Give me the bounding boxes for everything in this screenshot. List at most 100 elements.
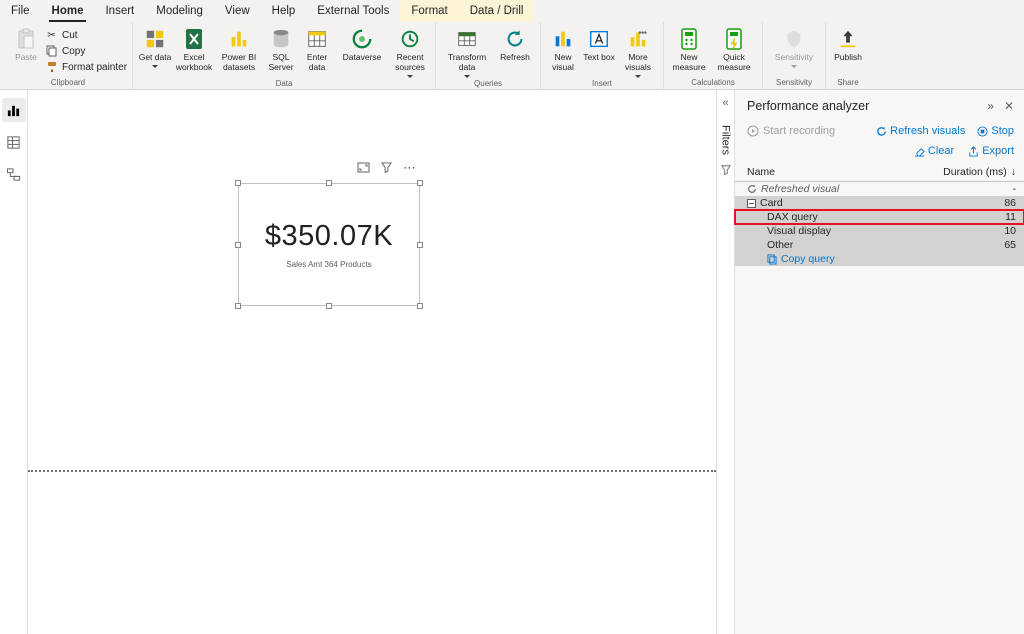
dataverse-button[interactable]: Dataverse [336,24,388,76]
copy-query-label[interactable]: Copy query [781,253,835,265]
focus-mode-icon[interactable] [357,162,370,173]
data-view-icon [6,135,21,150]
tab-external-tools[interactable]: External Tools [306,0,400,22]
quick-measure-button[interactable]: Quick measure [711,24,757,76]
get-data-icon [144,27,166,51]
paste-button[interactable]: Paste [9,24,43,76]
export-button[interactable]: Export [968,145,1014,157]
tab-data-drill[interactable]: Data / Drill [458,0,535,22]
tab-view[interactable]: View [214,0,261,22]
cut-label: Cut [62,29,78,41]
insert-group-caption: Insert [592,78,613,88]
dataverse-label: Dataverse [342,52,382,62]
ribbon-group-calculations: New measure Quick measure Calculations [663,22,762,89]
sensitivity-label: Sensitivity [774,52,814,62]
resize-handle[interactable] [417,303,423,309]
performance-analyzer-title: Performance analyzer [747,99,870,113]
sensitivity-button[interactable]: Sensitivity [768,24,820,76]
perf-table-header[interactable]: Name Duration (ms) ↓ [735,163,1024,182]
report-canvas[interactable]: ⋯ $350.07K Sales Amt 364 Products [28,90,716,634]
new-measure-button[interactable]: New measure [669,24,709,76]
text-box-icon [588,27,610,51]
filter-funnel-icon [720,165,731,175]
transform-data-button[interactable]: Transform data [441,24,493,78]
perf-row-copy-query[interactable]: Copy query [735,252,1024,266]
filters-pane-label: Filters [719,125,732,155]
resize-handle[interactable] [235,303,241,309]
report-view-button[interactable] [1,98,26,122]
model-view-button[interactable] [2,162,26,186]
enter-data-button[interactable]: Enter data [300,24,334,76]
get-data-button[interactable]: Get data [138,24,172,76]
duration-column-header[interactable]: Duration (ms) [943,166,1007,178]
recent-sources-button[interactable]: Recent sources [390,24,430,78]
excel-workbook-icon [184,27,204,51]
stop-label: Stop [991,125,1014,137]
tab-modeling[interactable]: Modeling [145,0,214,22]
export-icon [968,145,979,157]
clear-button[interactable]: Clear [914,145,954,157]
card-caption: Sales Amt 364 Products [286,260,372,269]
performance-analyzer-pane: Performance analyzer » ✕ Start recording… [734,90,1024,634]
recent-sources-icon [399,27,421,51]
visual-header-toolbar: ⋯ [357,161,417,174]
perf-row-name: Refreshed visual [761,183,840,195]
sql-server-button[interactable]: SQL Server [264,24,298,76]
tab-home[interactable]: Home [41,0,95,22]
recent-sources-label: Recent sources [395,52,425,72]
name-column-header[interactable]: Name [747,166,775,178]
publish-button[interactable]: Publish [831,24,865,76]
expand-filters-icon[interactable]: « [722,98,728,109]
more-visuals-icon [627,27,649,51]
cut-button[interactable]: ✂ Cut [45,28,127,42]
close-pane-icon[interactable]: ✕ [1004,99,1014,113]
refresh-visuals-button[interactable]: Refresh visuals [876,125,965,137]
more-visuals-button[interactable]: More visuals [618,24,658,78]
share-group-caption: Share [837,78,859,87]
tab-help[interactable]: Help [261,0,307,22]
perf-row-refreshed-visual[interactable]: Refreshed visual - [735,182,1024,196]
text-box-button[interactable]: Text box [582,24,616,76]
powerbi-datasets-button[interactable]: Power BI datasets [216,24,262,76]
quick-measure-label: Quick measure [717,52,751,72]
resize-handle[interactable] [326,180,332,186]
resize-handle[interactable] [417,241,423,248]
tab-insert[interactable]: Insert [94,0,145,22]
ribbon-group-queries: Transform data Refresh Queries [435,22,540,89]
data-view-button[interactable] [2,130,26,154]
copy-button[interactable]: Copy [45,44,127,58]
ribbon-group-clipboard: Paste ✂ Cut Copy Format painter Clipboar… [4,22,132,89]
page-boundary-line [28,470,716,472]
resize-handle[interactable] [235,180,241,186]
more-options-icon[interactable]: ⋯ [403,161,417,174]
tab-file[interactable]: File [0,0,41,22]
refresh-button[interactable]: Refresh [495,24,535,76]
refresh-icon [504,27,526,51]
perf-row-card[interactable]: Card 86 [735,196,1024,210]
format-painter-icon [45,61,58,73]
new-visual-button[interactable]: New visual [546,24,580,76]
refreshed-visual-icon [747,184,757,194]
format-painter-button[interactable]: Format painter [45,60,127,74]
excel-workbook-button[interactable]: Excel workbook [174,24,214,76]
resize-handle[interactable] [326,303,332,309]
perf-row-visual-display[interactable]: Visual display 10 [735,224,1024,238]
filters-pane-collapsed[interactable]: « Filters [716,90,734,634]
paste-label: Paste [15,52,37,62]
stop-icon [977,125,988,137]
refresh-visuals-label: Refresh visuals [890,125,966,137]
format-painter-label: Format painter [62,61,128,73]
perf-row-dax-query[interactable]: DAX query 11 [734,209,1024,225]
tab-format[interactable]: Format [400,0,459,22]
stop-button[interactable]: Stop [977,125,1014,137]
start-recording-button[interactable]: Start recording [747,125,835,137]
collapse-row-icon[interactable] [747,198,756,208]
card-visual[interactable]: ⋯ $350.07K Sales Amt 364 Products [235,161,423,309]
resize-handle[interactable] [235,241,241,248]
perf-row-other[interactable]: Other 65 [735,238,1024,252]
new-visual-label: New visual [552,52,574,72]
resize-handle[interactable] [417,180,423,186]
excel-workbook-label: Excel workbook [175,52,213,72]
filter-icon[interactable] [381,162,392,173]
collapse-pane-icon[interactable]: » [987,99,994,113]
